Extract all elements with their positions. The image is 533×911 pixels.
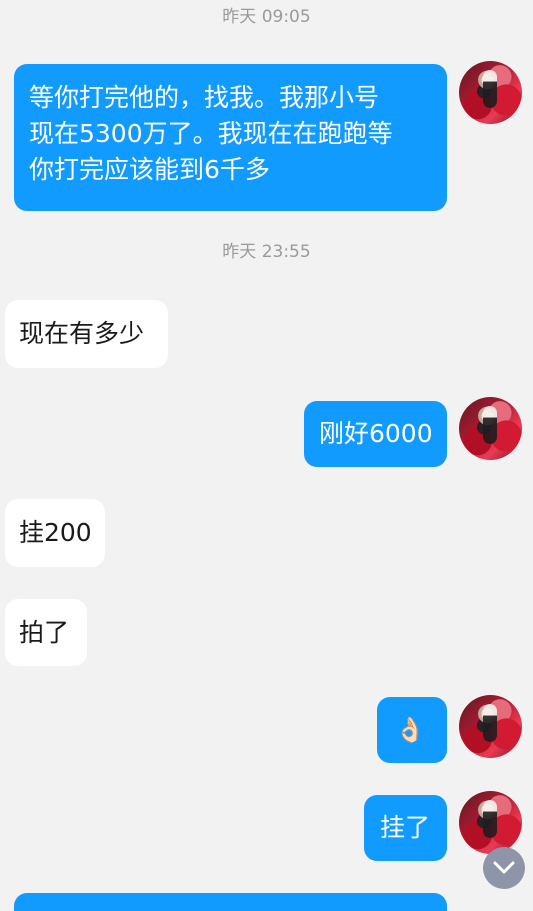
message-bubble[interactable]: 挂了 <box>364 795 447 861</box>
scroll-down-button[interactable] <box>483 847 525 889</box>
message-bubble[interactable]: 拍了 <box>5 599 87 666</box>
message-bubble[interactable]: 挂200 <box>5 499 105 567</box>
message-bubble[interactable] <box>14 893 447 911</box>
message-bubble[interactable]: 等你打完他的，找我。我那小号 现在5300万了。我现在在跑跑等 你打完应该能到6… <box>14 64 447 211</box>
avatar[interactable] <box>459 695 522 758</box>
avatar[interactable] <box>459 791 522 854</box>
message-bubble[interactable]: 👌🏻 <box>377 697 447 763</box>
message-line: 现在5300万了。我现在在跑跑等 <box>29 119 393 148</box>
message-line: 你打完应该能到6千多 <box>29 155 270 184</box>
message-bubble[interactable]: 现在有多少 <box>5 300 168 368</box>
chevron-down-icon <box>493 861 515 874</box>
message-bubble[interactable]: 刚好6000 <box>304 401 447 467</box>
avatar[interactable] <box>459 61 522 124</box>
ok-hand-icon: 👌🏻 <box>395 716 425 744</box>
message-timestamp: 昨天 09:05 <box>222 7 311 27</box>
message-timestamp: 昨天 23:55 <box>222 242 311 262</box>
avatar[interactable] <box>459 397 522 460</box>
message-line: 等你打完他的，找我。我那小号 <box>29 83 380 112</box>
